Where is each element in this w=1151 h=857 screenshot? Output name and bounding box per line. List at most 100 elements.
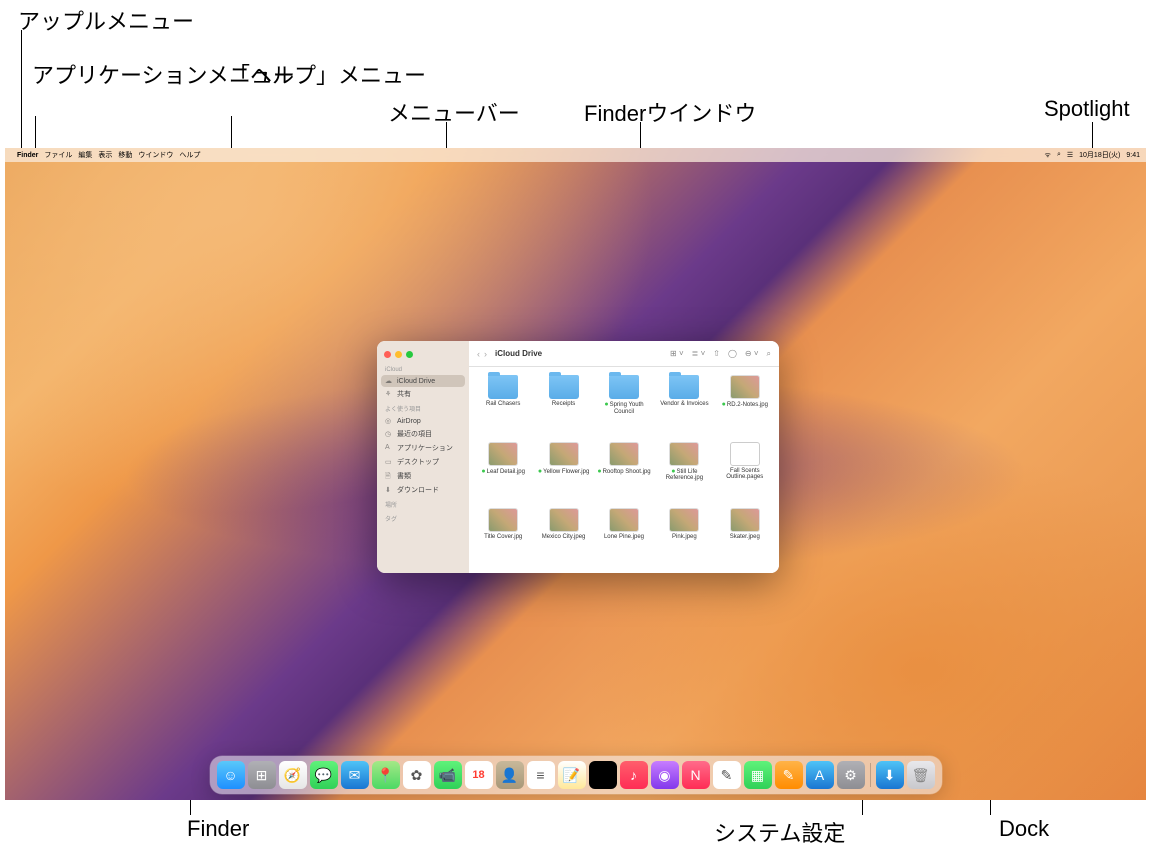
dock-reminders[interactable]: ≡ [527, 761, 555, 789]
file-item[interactable]: ●Spring Youth Council [596, 375, 652, 440]
menubar-time[interactable]: 9:41 [1126, 152, 1140, 159]
spotlight-icon[interactable]: ⌕ [1057, 151, 1061, 159]
dock-maps[interactable]: 📍 [372, 761, 400, 789]
doc-icon [730, 442, 760, 466]
sidebar-applications[interactable]: Aアプリケーション [377, 441, 469, 455]
dock-news[interactable]: N [682, 761, 710, 789]
file-item[interactable]: Receipts [535, 375, 591, 440]
menu-bar: Finder ファイル 編集 表示 移動 ウインドウ ヘルプ ᯤ ⌕ ☰ 10月… [5, 148, 1146, 162]
img-icon [730, 375, 760, 399]
sidebar-desktop[interactable]: ▭ デスクトップ [377, 455, 469, 469]
menu-window[interactable]: ウインドウ [138, 150, 173, 160]
sidebar-item-label: ダウンロード [397, 485, 439, 495]
sidebar-documents[interactable]: 🗎書類 [377, 469, 469, 483]
back-button[interactable]: ‹ [477, 349, 480, 359]
menu-help[interactable]: ヘルプ [179, 150, 200, 160]
file-item[interactable]: Mexico City.jpeg [535, 508, 591, 565]
dock-photos[interactable]: ✿ [403, 761, 431, 789]
file-item[interactable]: ●Leaf Detail.jpg [475, 442, 531, 507]
sidebar-item-label: 共有 [397, 389, 411, 399]
sidebar-item-label: デスクトップ [397, 457, 439, 467]
file-item[interactable]: ●Yellow Flower.jpg [535, 442, 591, 507]
img-icon [609, 442, 639, 466]
finder-content[interactable]: Rail ChasersReceipts ●Spring Youth Counci… [469, 367, 779, 573]
finder-title: iCloud Drive [495, 349, 542, 358]
anno-dock: Dock [999, 816, 1049, 842]
sidebar-section-favorites: よく使う項目 [377, 401, 469, 415]
dock-trash[interactable]: 🗑 [907, 761, 935, 789]
menu-view[interactable]: 表示 [98, 150, 112, 160]
desktop-icon: ▭ [385, 458, 393, 466]
dock-downloads[interactable]: ⬇ [876, 761, 904, 789]
tag-button[interactable]: ◯ [728, 349, 737, 358]
action-button[interactable]: ⊖ ˅ [745, 349, 759, 358]
file-name: Lone Pine.jpeg [604, 534, 644, 541]
img-icon [549, 442, 579, 466]
img-icon [669, 508, 699, 532]
file-name: ●RD.2-Notes.jpg [722, 401, 768, 409]
dock-messages[interactable]: 💬 [310, 761, 338, 789]
dock-mail[interactable]: ✉ [341, 761, 369, 789]
sidebar-shared[interactable]: ⚘共有 [377, 387, 469, 401]
share-button[interactable]: ⇧ [713, 349, 720, 358]
menu-go[interactable]: 移動 [118, 150, 132, 160]
file-name: ●Leaf Detail.jpg [481, 468, 525, 476]
search-button[interactable]: ⌕ [767, 349, 771, 359]
sidebar-recents[interactable]: ◷最近の項目 [377, 427, 469, 441]
dock-music[interactable]: ♪ [620, 761, 648, 789]
group-button[interactable]: ≣ ˅ [692, 349, 706, 358]
file-name: ●Rooftop Shoot.jpg [597, 468, 650, 476]
file-item[interactable]: ●Rooftop Shoot.jpg [596, 442, 652, 507]
dock-appstore[interactable]: A [806, 761, 834, 789]
forward-button[interactable]: › [484, 349, 487, 359]
file-item[interactable]: ●RD.2-Notes.jpg [717, 375, 773, 440]
finder-window[interactable]: iCloud ☁iCloud Drive ⚘共有 よく使う項目 ◎AirDrop… [377, 341, 779, 573]
anno-system-settings: システム設定 [714, 816, 845, 848]
file-item[interactable]: Rail Chasers [475, 375, 531, 440]
view-mode-button[interactable]: ⊞ ˅ [670, 349, 684, 358]
dock: ☺⊞🧭💬✉📍✿📹18👤≡📝♪◉N✎▦✎A⚙⬇🗑 [210, 756, 942, 794]
sync-dot: ● [722, 401, 726, 408]
app-menu[interactable]: Finder [17, 152, 38, 159]
sync-dot: ● [604, 401, 608, 408]
wifi-icon[interactable]: ᯤ [1045, 151, 1051, 160]
dock-numbers[interactable]: ▦ [744, 761, 772, 789]
file-item[interactable]: Lone Pine.jpeg [596, 508, 652, 565]
dock-freeform[interactable]: ✎ [713, 761, 741, 789]
file-item[interactable]: Title Cover.jpg [475, 508, 531, 565]
finder-sidebar: iCloud ☁iCloud Drive ⚘共有 よく使う項目 ◎AirDrop… [377, 341, 469, 573]
dock-pages[interactable]: ✎ [775, 761, 803, 789]
file-item[interactable]: Pink.jpeg [656, 508, 712, 565]
dock-launchpad[interactable]: ⊞ [248, 761, 276, 789]
file-item[interactable]: Fall Scents Outline.pages [717, 442, 773, 507]
menu-file[interactable]: ファイル [44, 150, 72, 160]
menu-edit[interactable]: 編集 [78, 150, 92, 160]
sidebar-downloads[interactable]: ⬇ダウンロード [377, 483, 469, 497]
zoom-button[interactable] [406, 351, 413, 358]
dock-contacts[interactable]: 👤 [496, 761, 524, 789]
control-center-icon[interactable]: ☰ [1067, 151, 1073, 159]
dock-notes[interactable]: 📝 [558, 761, 586, 789]
dock-system-settings[interactable]: ⚙ [837, 761, 865, 789]
img-icon [488, 442, 518, 466]
sidebar-airdrop[interactable]: ◎AirDrop [377, 415, 469, 427]
document-icon: 🗎 [385, 472, 393, 480]
file-item[interactable]: Skater.jpeg [717, 508, 773, 565]
menubar-date[interactable]: 10月18日(火) [1079, 150, 1120, 160]
dock-finder[interactable]: ☺ [217, 761, 245, 789]
file-item[interactable]: Vendor & Invoices [656, 375, 712, 440]
dock-safari[interactable]: 🧭 [279, 761, 307, 789]
file-item[interactable]: ●Still Life Reference.jpg [656, 442, 712, 507]
img-icon [730, 508, 760, 532]
dock-tv[interactable] [589, 761, 617, 789]
file-name: ●Spring Youth Council [597, 401, 651, 415]
sync-dot: ● [481, 468, 485, 475]
close-button[interactable] [384, 351, 391, 358]
dock-facetime[interactable]: 📹 [434, 761, 462, 789]
anno-menu-bar: メニューバー [388, 96, 520, 128]
dock-podcasts[interactable]: ◉ [651, 761, 679, 789]
dock-calendar[interactable]: 18 [465, 761, 493, 789]
sidebar-icloud-drive[interactable]: ☁iCloud Drive [381, 375, 465, 387]
desktop[interactable]: Finder ファイル 編集 表示 移動 ウインドウ ヘルプ ᯤ ⌕ ☰ 10月… [5, 148, 1146, 800]
minimize-button[interactable] [395, 351, 402, 358]
